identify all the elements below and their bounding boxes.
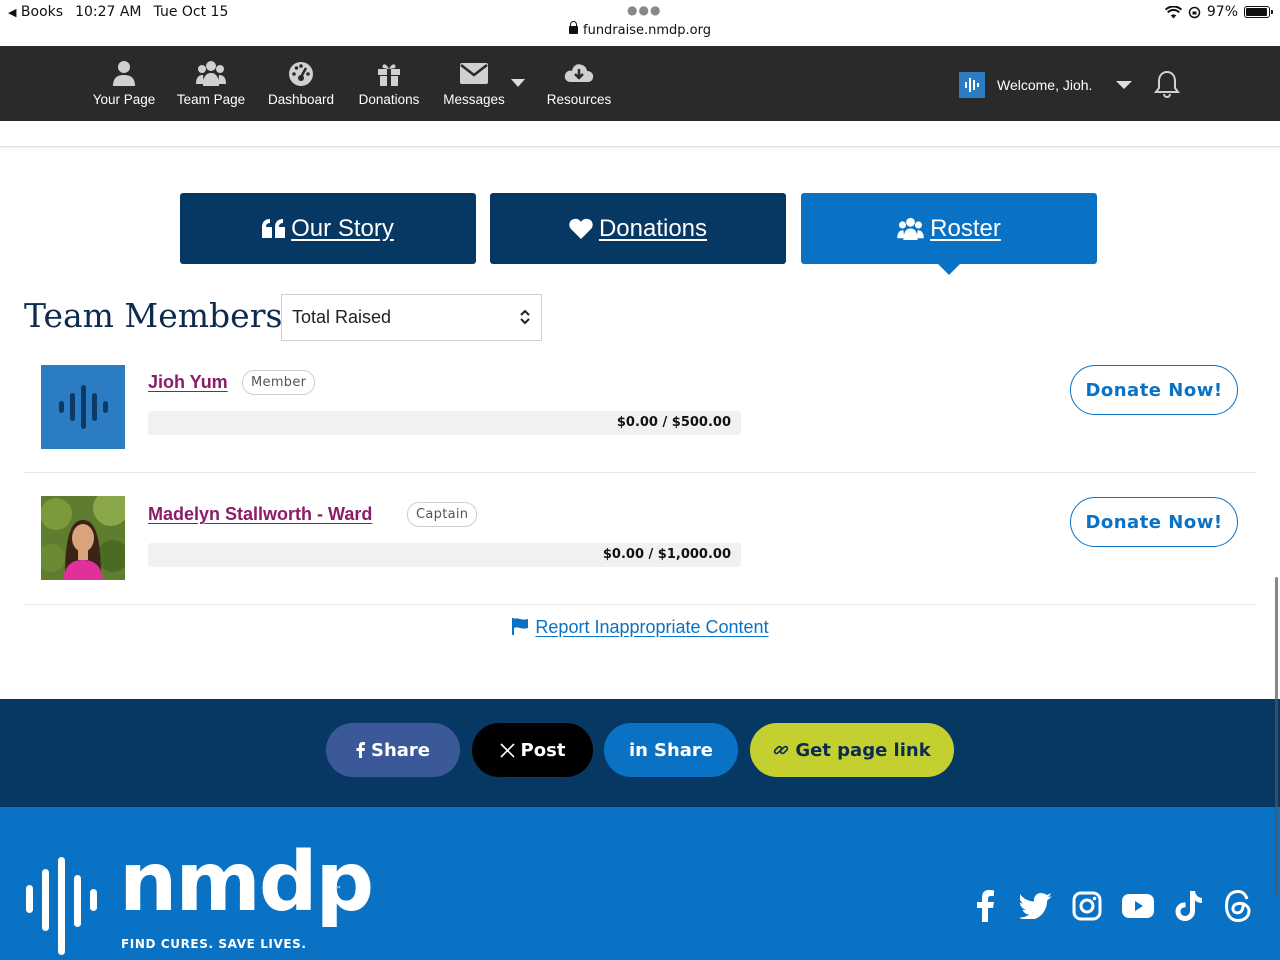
get-page-link-button[interactable]: Get page link [750, 723, 954, 777]
brand-tagline: FIND CURES. SAVE LIVES. [121, 937, 307, 951]
status-time: 10:27 AM [75, 4, 142, 20]
linkedin-share-button[interactable]: in Share [604, 723, 738, 777]
youtube-link[interactable] [1121, 889, 1155, 923]
twitter-icon [1020, 893, 1052, 919]
instagram-link[interactable] [1070, 889, 1104, 923]
flag-icon [512, 618, 529, 635]
report-content-link[interactable]: Report Inappropriate Content [0, 617, 1280, 638]
welcome-text: Welcome, Jioh. [997, 77, 1093, 93]
facebook-icon [356, 742, 365, 758]
team-member-row: Madelyn Stallworth - Ward Captain $0.00 … [24, 473, 1256, 605]
heart-icon [569, 218, 593, 239]
x-logo-icon [499, 742, 515, 758]
address-bar[interactable]: fundraise.nmdp.org [0, 21, 1280, 38]
share-bar: Share Post in Share Get page link [0, 699, 1280, 807]
site-footer: nmdp ™ FIND CURES. SAVE LIVES. [0, 807, 1280, 960]
tab-donations[interactable]: Donations [490, 193, 786, 264]
multitask-dots-icon[interactable]: ●●● [627, 3, 661, 17]
nav-divider [0, 121, 1280, 147]
cloud-download-icon [564, 64, 594, 82]
back-to-app[interactable]: ◀ Books [8, 4, 63, 20]
users-icon [897, 217, 924, 240]
report-label: Report Inappropriate Content [535, 617, 769, 637]
lock-icon [569, 21, 578, 34]
team-member-row: Jioh Yum Member $0.00 / $500.00 Donate N… [24, 341, 1256, 473]
nav-donations[interactable]: Donations [355, 60, 423, 107]
nmdp-bars-icon [26, 857, 97, 955]
notification-bell-icon[interactable] [1154, 70, 1180, 98]
trademark-mark: ™ [334, 885, 342, 894]
nav-team-page[interactable]: Team Page [175, 60, 247, 107]
member-avatar[interactable] [41, 365, 125, 449]
instagram-icon [1072, 891, 1102, 921]
twitter-link[interactable] [1019, 889, 1053, 923]
battery-icon [1244, 6, 1273, 18]
nav-your-page[interactable]: Your Page [92, 60, 156, 107]
donate-now-button[interactable]: Donate Now! [1070, 365, 1238, 415]
nav-resources[interactable]: Resources [544, 60, 614, 107]
tab-label: Our Story [291, 214, 394, 242]
tab-our-story[interactable]: Our Story [180, 193, 476, 264]
progress-bar: $0.00 / $500.00 [148, 411, 741, 435]
role-badge: Captain [407, 502, 478, 527]
member-avatar[interactable] [37, 490, 129, 580]
ios-status-bar: ◀ Books 10:27 AM Tue Oct 15 ●●● fundrais… [0, 0, 1280, 46]
account-avatar [959, 72, 985, 98]
messages-dropdown-caret-icon[interactable] [511, 79, 525, 87]
page-scrollbar[interactable] [1275, 577, 1278, 895]
member-name-link[interactable]: Madelyn Stallworth - Ward [148, 504, 372, 525]
x-post-button[interactable]: Post [472, 723, 593, 777]
link-icon [774, 745, 789, 755]
youtube-icon [1122, 894, 1154, 918]
member-photo [37, 490, 129, 580]
sort-select-value: Total Raised [292, 307, 392, 327]
progress-text: $0.00 / $500.00 [616, 415, 731, 430]
battery-percent: 97% [1206, 4, 1238, 20]
url-text: fundraise.nmdp.org [583, 23, 711, 38]
envelope-icon [460, 63, 488, 84]
status-date: Tue Oct 15 [153, 4, 229, 20]
tab-roster[interactable]: Roster [801, 193, 1097, 275]
brand-wordmark: nmdp [119, 835, 374, 930]
member-name-link[interactable]: Jioh Yum [148, 372, 228, 393]
facebook-share-button[interactable]: Share [326, 723, 460, 777]
progress-bar: $0.00 / $1,000.00 [148, 543, 741, 567]
wifi-icon [1164, 5, 1182, 18]
team-members-heading: Team Members [24, 296, 283, 335]
facebook-icon [977, 890, 994, 922]
account-dropdown-caret-icon[interactable] [1116, 81, 1133, 89]
quote-icon [262, 219, 286, 238]
gift-icon [378, 64, 400, 86]
threads-icon [1224, 890, 1251, 922]
threads-link[interactable] [1221, 889, 1255, 923]
users-icon [196, 61, 226, 86]
donate-now-button[interactable]: Donate Now! [1070, 497, 1238, 547]
user-icon [113, 61, 135, 86]
progress-text: $0.00 / $1,000.00 [602, 547, 731, 562]
tiktok-icon [1175, 891, 1202, 921]
facebook-link[interactable] [968, 889, 1002, 923]
nav-dashboard[interactable]: Dashboard [264, 60, 338, 107]
nav-messages[interactable]: Messages [440, 60, 508, 107]
linkedin-icon: in [629, 739, 648, 761]
top-navigation: Your Page Team Page Dashboard Donations … [0, 46, 1280, 121]
chevron-updown-icon [520, 309, 530, 325]
tiktok-link[interactable] [1172, 889, 1206, 923]
orientation-lock-icon [1188, 6, 1201, 18]
dashboard-icon [289, 62, 313, 86]
sort-select[interactable]: Total Raised [281, 294, 542, 341]
account-menu[interactable]: Welcome, Jioh. [959, 72, 1133, 98]
nmdp-logo-icon [59, 385, 108, 429]
tab-label: Roster [930, 214, 1001, 242]
tab-label: Donations [598, 214, 708, 242]
role-badge: Member [242, 370, 316, 395]
